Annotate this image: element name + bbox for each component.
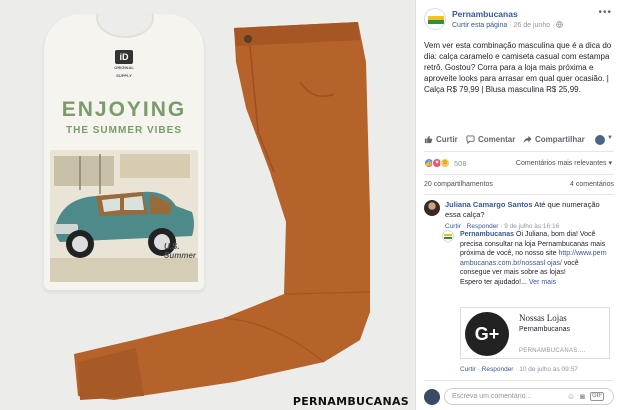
divider bbox=[424, 194, 614, 195]
comment-time[interactable]: 9 de julho às 16:16 bbox=[504, 223, 559, 230]
comments-count-link[interactable]: 4 comentários bbox=[570, 181, 614, 188]
camera-icon[interactable]: ◙ bbox=[580, 392, 585, 401]
reply-reply-link[interactable]: Responder bbox=[482, 366, 514, 373]
engagement-counts: 20 compartilhamentos 4 comentários bbox=[424, 181, 614, 188]
post-actions: Curtir Comentar Compartilhar ▼ bbox=[416, 133, 620, 149]
haha-reaction-icon: ☺ bbox=[440, 158, 450, 168]
divider bbox=[424, 151, 614, 152]
like-label: Curtir bbox=[436, 135, 458, 144]
thumbs-up-icon bbox=[424, 135, 433, 144]
divider bbox=[424, 174, 614, 175]
gif-icon[interactable]: GIF bbox=[590, 392, 604, 401]
more-dots-icon[interactable]: ••• bbox=[598, 7, 612, 18]
post-meta-separator-2: · bbox=[552, 22, 555, 29]
comment-label: Comentar bbox=[478, 135, 516, 144]
link-card-subtitle: Pernambucanas bbox=[519, 326, 570, 333]
share-label: Compartilhar bbox=[535, 135, 585, 144]
reply-sign-off: Espero ter ajudado!... bbox=[460, 278, 527, 286]
google-plus-logo: G+ bbox=[463, 310, 511, 358]
share-as-avatar[interactable] bbox=[595, 135, 605, 145]
commenter-avatar[interactable] bbox=[424, 200, 440, 216]
page-name-link[interactable]: Pernambucanas bbox=[452, 9, 518, 19]
chevron-down-icon[interactable]: ▼ bbox=[607, 135, 613, 141]
comment-reply-link[interactable]: Responder bbox=[467, 223, 499, 230]
comment-composer: ☺ ◙ GIF bbox=[424, 387, 616, 407]
reply-like-link[interactable]: Curtir bbox=[460, 366, 476, 373]
comment-sort-dropdown[interactable]: Comentários mais relevantes ▾ bbox=[516, 159, 612, 167]
pants-image bbox=[74, 22, 371, 400]
post-date[interactable]: 26 de junho bbox=[514, 22, 551, 29]
comment-icon bbox=[466, 135, 475, 144]
link-card-domain: PERNAMBUCANAS.... bbox=[519, 348, 586, 354]
brand-watermark: PERNAMBUCANAS bbox=[292, 395, 409, 408]
reply-author-avatar[interactable] bbox=[442, 230, 454, 242]
like-page-link[interactable]: Curtir esta página bbox=[452, 22, 507, 29]
share-icon bbox=[523, 135, 532, 144]
reply-actions: Curtir · Responder · 10 de julho às 09:5… bbox=[460, 366, 578, 373]
comment-like-link[interactable]: Curtir bbox=[445, 223, 461, 230]
reply-body: Pernambucanas Oi Juliana, bom dia! Você … bbox=[460, 230, 610, 287]
reactions-summary[interactable]: 👍 ♥ ☺ 508 bbox=[424, 157, 467, 169]
divider bbox=[424, 380, 614, 381]
see-more-link[interactable]: Ver mais bbox=[529, 279, 556, 286]
post-meta: Curtir esta página · 26 de junho · bbox=[452, 21, 564, 29]
link-card-title: Nossas Lojas bbox=[519, 313, 567, 323]
post-text: Vem ver esta combinação masculina que é … bbox=[424, 40, 616, 84]
google-plus-icon: G+ bbox=[465, 312, 509, 356]
post-text-body: Vem ver esta combinação masculina que é … bbox=[424, 41, 612, 83]
reaction-count: 508 bbox=[454, 158, 467, 168]
page-avatar[interactable] bbox=[424, 8, 446, 30]
composer-icons: ☺ ◙ GIF bbox=[567, 392, 604, 401]
share-button[interactable]: Compartilhar bbox=[523, 135, 585, 144]
like-button[interactable]: Curtir bbox=[424, 135, 458, 144]
post-header: Pernambucanas Curtir esta página · 26 de… bbox=[416, 0, 620, 38]
link-preview-card[interactable]: G+ Nossas Lojas Pernambucanas PERNAMBUCA… bbox=[460, 307, 610, 359]
comment-author[interactable]: Juliana Camargo Santos bbox=[445, 200, 533, 209]
current-user-avatar[interactable] bbox=[424, 389, 440, 405]
shares-count-link[interactable]: 20 compartilhamentos bbox=[424, 181, 493, 188]
comment-body: Juliana Camargo Santos Até que numeração… bbox=[445, 200, 615, 232]
meta-separator: · bbox=[509, 22, 512, 29]
post-prices: Calça R$ 79,99 | Blusa masculina R$ 25,9… bbox=[424, 85, 581, 94]
reply-time[interactable]: 10 de julho às 09:57 bbox=[519, 366, 578, 373]
globe-icon bbox=[556, 21, 564, 28]
comment-button[interactable]: Comentar bbox=[466, 135, 515, 144]
reply-author[interactable]: Pernambucanas bbox=[460, 231, 514, 238]
post-side-panel: Pernambucanas Curtir esta página · 26 de… bbox=[415, 0, 620, 410]
post-photo[interactable]: iD ORIGINAL SUPPLY ENJOYING THE SUMMER V… bbox=[0, 0, 415, 410]
emoji-icon[interactable]: ☺ bbox=[567, 392, 575, 401]
